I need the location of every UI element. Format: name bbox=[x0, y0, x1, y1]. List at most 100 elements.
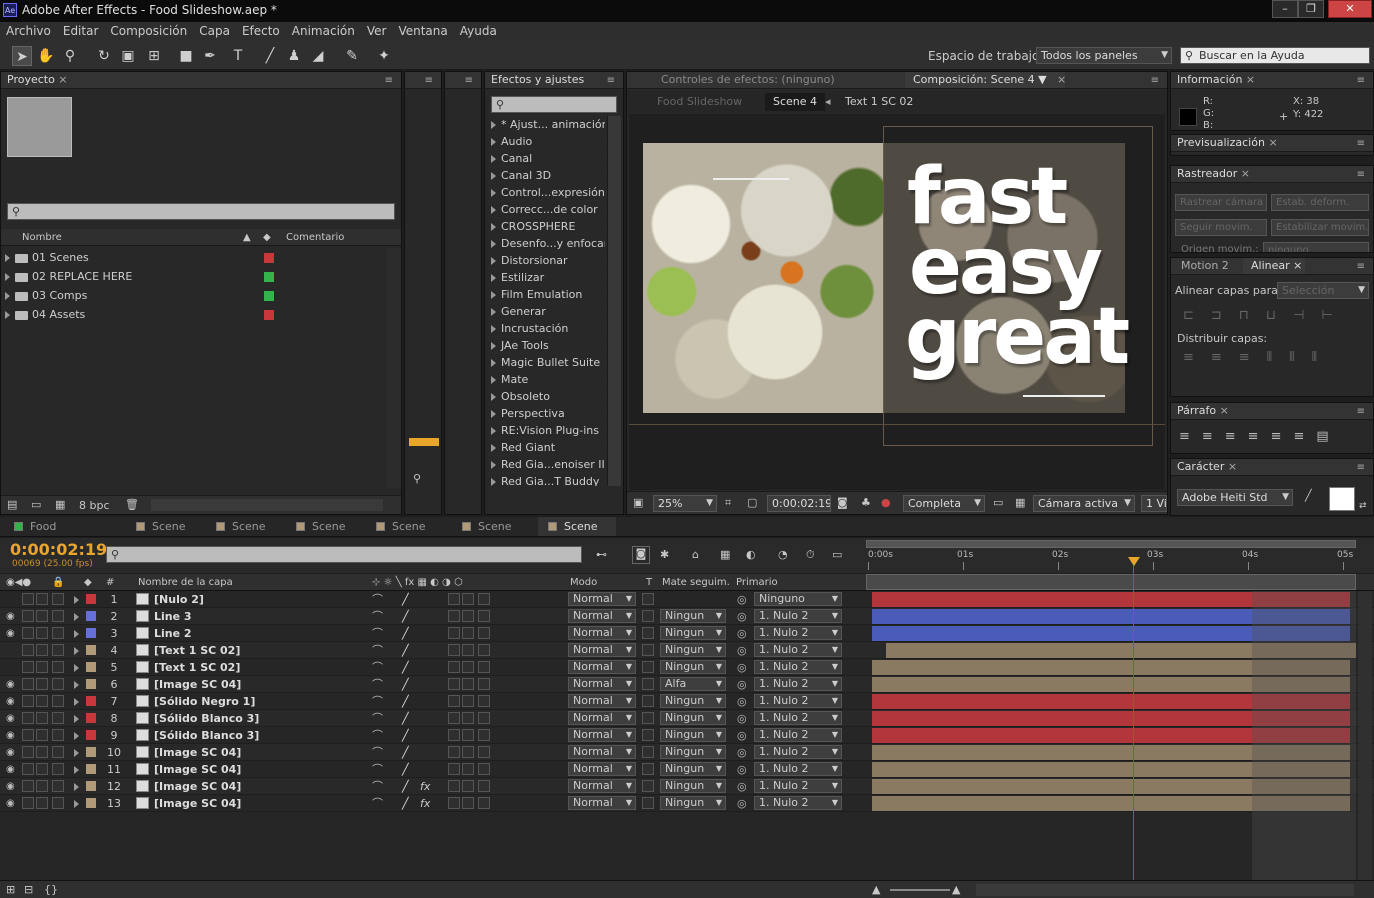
quality-switch-icon[interactable]: ╱ bbox=[402, 693, 409, 710]
track-matte-dropdown[interactable]: Ningun ▼ bbox=[660, 796, 726, 810]
preserve-transparency-box[interactable] bbox=[642, 780, 654, 792]
quality-switch-icon[interactable]: ╱ bbox=[402, 642, 409, 659]
close-icon[interactable]: × bbox=[1220, 404, 1229, 417]
effect-category[interactable]: Mate bbox=[487, 371, 605, 388]
blend-mode-dropdown[interactable]: Normal ▼ bbox=[568, 677, 636, 691]
preserve-transparency-box[interactable] bbox=[642, 746, 654, 758]
effect-category[interactable]: Red Gia...T Buddy bbox=[487, 473, 605, 486]
close-icon[interactable]: × bbox=[1246, 73, 1255, 86]
hide-shy-layers-icon[interactable]: ⌂ bbox=[692, 548, 699, 561]
preserve-transparency-box[interactable] bbox=[642, 729, 654, 741]
switch-box[interactable] bbox=[36, 610, 48, 622]
draft-3d-icon[interactable]: ✱ bbox=[660, 548, 669, 561]
shy-switch-icon[interactable]: ⌒ bbox=[372, 642, 383, 659]
switch-box[interactable] bbox=[462, 593, 474, 605]
pickwhip-icon[interactable]: ◎ bbox=[737, 676, 747, 693]
fx-switch-icon[interactable]: fx bbox=[420, 795, 430, 812]
restore-button[interactable]: ❐ bbox=[1298, 0, 1324, 18]
eye-icon[interactable]: ◉ bbox=[6, 778, 15, 795]
quality-switch-icon[interactable]: ╱ bbox=[402, 795, 409, 812]
switch-box[interactable] bbox=[448, 780, 460, 792]
switch-box[interactable] bbox=[462, 695, 474, 707]
track-matte-dropdown[interactable]: Ningun ▼ bbox=[660, 643, 726, 657]
blend-mode-dropdown[interactable]: Normal ▼ bbox=[568, 694, 636, 708]
warp-stabilizer-button[interactable]: Estab. deform. bbox=[1271, 194, 1369, 211]
snapshot-icon[interactable]: ◙ bbox=[837, 496, 848, 509]
tab-effect-controls[interactable]: Controles de efectos: (ninguno) bbox=[661, 72, 835, 88]
menu-editar[interactable]: Editar bbox=[57, 22, 105, 38]
expand-triangle-icon[interactable] bbox=[74, 749, 79, 757]
preserve-transparency-box[interactable] bbox=[642, 593, 654, 605]
work-area-range[interactable] bbox=[866, 574, 1356, 590]
fill-color-swatch[interactable] bbox=[1329, 487, 1355, 511]
tab-scene-2[interactable]: Scene 2 bbox=[206, 517, 282, 552]
blend-mode-dropdown[interactable]: Normal ▼ bbox=[568, 779, 636, 793]
shy-switch-icon[interactable]: ⌒ bbox=[372, 727, 383, 744]
switch-box[interactable] bbox=[22, 593, 34, 605]
switch-box[interactable] bbox=[448, 797, 460, 809]
transparency-grid-icon[interactable]: ▦ bbox=[1015, 496, 1025, 509]
layer-row[interactable]: ◉ 8 [Sólido Blanco 3] ⌒ ╱ Normal ▼ Ningun ▼ ◎ 1. N… bbox=[0, 710, 1374, 727]
zoom-dropdown[interactable]: 25% ▼ bbox=[653, 495, 717, 512]
expand-triangle-icon[interactable] bbox=[74, 630, 79, 638]
always-preview-icon[interactable]: ▣ bbox=[633, 496, 643, 509]
switch-box[interactable] bbox=[36, 729, 48, 741]
effect-category[interactable]: Red Gia...enoiser II bbox=[487, 456, 605, 473]
tab-project[interactable]: Proyecto bbox=[7, 73, 55, 86]
menu-efecto[interactable]: Efecto bbox=[236, 22, 286, 38]
fx-switch-icon[interactable]: fx bbox=[420, 778, 430, 795]
menu-animacin[interactable]: Animación bbox=[286, 22, 361, 38]
switch-box[interactable] bbox=[52, 729, 64, 741]
tab-character[interactable]: Carácter bbox=[1177, 460, 1224, 473]
track-matte-dropdown[interactable]: Ningun ▼ bbox=[660, 694, 726, 708]
column-name[interactable]: Nombre bbox=[22, 229, 62, 246]
effect-category[interactable]: Generar bbox=[487, 303, 605, 320]
switch-box[interactable] bbox=[478, 695, 490, 707]
motion-source-dropdown[interactable]: ninguno bbox=[1263, 242, 1369, 252]
layer-label-color[interactable] bbox=[86, 747, 96, 757]
eyedropper-icon[interactable]: ╱ bbox=[1305, 489, 1312, 502]
panel-menu-icon[interactable]: ≡ bbox=[425, 73, 433, 89]
eye-icon[interactable]: ◉ bbox=[6, 761, 15, 778]
switch-box[interactable] bbox=[22, 610, 34, 622]
switch-box[interactable] bbox=[52, 627, 64, 639]
panel-menu-icon[interactable]: ≡ bbox=[1357, 259, 1365, 275]
switch-box[interactable] bbox=[462, 712, 474, 724]
layer-label-color[interactable] bbox=[86, 611, 96, 621]
expand-triangle-icon[interactable] bbox=[74, 664, 79, 672]
switch-box[interactable] bbox=[22, 644, 34, 656]
pickwhip-icon[interactable]: ◎ bbox=[737, 659, 747, 676]
help-search-input[interactable]: ⚲ Buscar en la Ayuda bbox=[1180, 47, 1370, 64]
preserve-transparency-box[interactable] bbox=[642, 610, 654, 622]
live-update-icon[interactable]: ◙ bbox=[632, 546, 650, 564]
switch-box[interactable] bbox=[462, 661, 474, 673]
quality-switch-icon[interactable]: ╱ bbox=[402, 744, 409, 761]
switch-box[interactable] bbox=[462, 678, 474, 690]
region-of-interest-icon[interactable]: ▭ bbox=[993, 496, 1003, 509]
layer-label-color[interactable] bbox=[86, 679, 96, 689]
switch-box[interactable] bbox=[52, 763, 64, 775]
switch-box[interactable] bbox=[36, 780, 48, 792]
tab-effects[interactable]: Efectos y ajustes bbox=[491, 73, 584, 86]
safe-area-icon[interactable]: ⌗ bbox=[725, 496, 731, 510]
layer-search-input[interactable]: ⚲ bbox=[106, 546, 582, 563]
layer-row[interactable]: ◉ 3 Line 2 ⌒ ╱ Normal ▼ Ningun ▼ ◎ 1. Nulo 2 ▼ bbox=[0, 625, 1374, 642]
shy-switch-icon[interactable]: ⌒ bbox=[372, 693, 383, 710]
panel-menu-icon[interactable]: ≡ bbox=[1357, 73, 1365, 89]
switch-box[interactable] bbox=[22, 763, 34, 775]
quality-switch-icon[interactable]: ╱ bbox=[402, 778, 409, 795]
shy-switch-icon[interactable]: ⌒ bbox=[372, 625, 383, 642]
column-track-matte[interactable]: Mate seguim. bbox=[662, 574, 730, 591]
parent-dropdown[interactable]: 1. Nulo 2 ▼ bbox=[754, 626, 842, 640]
quality-switch-icon[interactable]: ╱ bbox=[402, 676, 409, 693]
switch-box[interactable] bbox=[462, 780, 474, 792]
switch-box[interactable] bbox=[22, 712, 34, 724]
new-comp-icon[interactable]: ▦ bbox=[55, 498, 65, 511]
timecode-display[interactable]: 0:00:02:19 bbox=[767, 495, 831, 512]
close-icon[interactable]: × bbox=[58, 73, 67, 86]
switch-box[interactable] bbox=[52, 593, 64, 605]
expand-triangle-icon[interactable] bbox=[491, 274, 496, 282]
pickwhip-icon[interactable]: ◎ bbox=[737, 591, 747, 608]
column-mode[interactable]: Modo bbox=[570, 574, 597, 591]
expand-triangle-icon[interactable] bbox=[74, 732, 79, 740]
